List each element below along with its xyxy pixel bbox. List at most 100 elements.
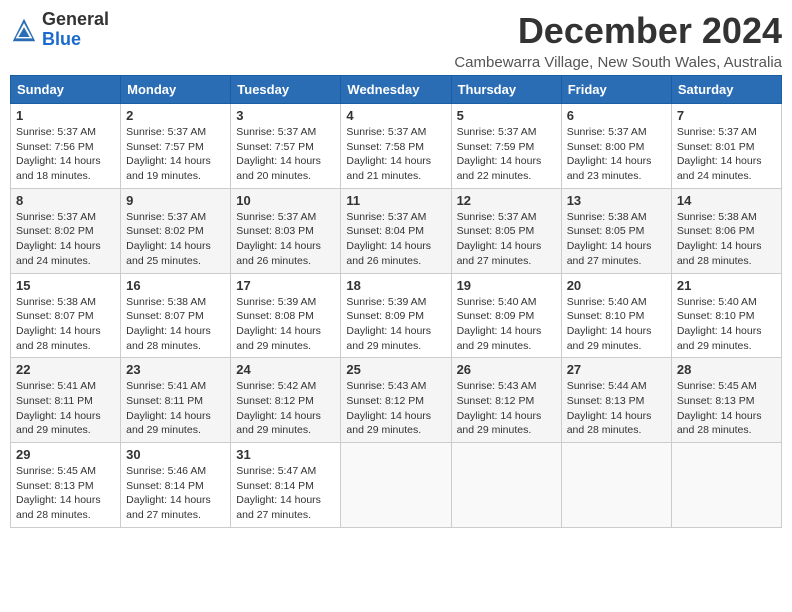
cell-line: Daylight: 14 hours xyxy=(677,239,776,254)
cell-line: Sunrise: 5:37 AM xyxy=(346,125,445,140)
col-header-monday: Monday xyxy=(121,76,231,104)
cell-line: Sunset: 8:14 PM xyxy=(236,479,335,494)
cell-line: Daylight: 14 hours xyxy=(457,239,556,254)
calendar-cell: 22 Sunrise: 5:41 AMSunset: 8:11 PMDayligh… xyxy=(11,358,121,443)
calendar-cell: 23Sunrise: 5:41 AMSunset: 8:11 PMDayligh… xyxy=(121,358,231,443)
cell-line: Sunset: 8:05 PM xyxy=(567,224,666,239)
cell-content: Sunrise: 5:37 AMSunset: 7:59 PMDaylight:… xyxy=(457,125,556,184)
cell-line: Sunrise: 5:39 AM xyxy=(236,295,335,310)
cell-line: Sunrise: 5:40 AM xyxy=(677,295,776,310)
cell-line: Daylight: 14 hours xyxy=(126,239,225,254)
calendar-cell: 18Sunrise: 5:39 AMSunset: 8:09 PMDayligh… xyxy=(341,273,451,358)
calendar-cell: 6Sunrise: 5:37 AMSunset: 8:00 PMDaylight… xyxy=(561,104,671,189)
col-header-saturday: Saturday xyxy=(671,76,781,104)
cell-line: Sunset: 8:04 PM xyxy=(346,224,445,239)
calendar-cell: 8Sunrise: 5:37 AMSunset: 8:02 PMDaylight… xyxy=(11,188,121,273)
cell-line: and 27 minutes. xyxy=(567,254,666,269)
cell-line: and 29 minutes. xyxy=(236,339,335,354)
cell-content: Sunrise: 5:37 AMSunset: 8:04 PMDaylight:… xyxy=(346,210,445,269)
calendar-week-row: 29 Sunrise: 5:45 AMSunset: 8:13 PMDayligh… xyxy=(11,443,782,528)
cell-line: and 29 minutes. xyxy=(236,423,335,438)
day-number: 4 xyxy=(346,108,445,123)
day-number: 5 xyxy=(457,108,556,123)
cell-line: Sunset: 8:11 PM xyxy=(16,394,115,409)
cell-line: Sunset: 8:05 PM xyxy=(457,224,556,239)
cell-line: Sunset: 8:00 PM xyxy=(567,140,666,155)
cell-line: Sunrise: 5:37 AM xyxy=(677,125,776,140)
calendar-cell: 31Sunrise: 5:47 AMSunset: 8:14 PMDayligh… xyxy=(231,443,341,528)
cell-line: Daylight: 14 hours xyxy=(236,154,335,169)
cell-line: and 28 minutes. xyxy=(126,339,225,354)
cell-line: and 19 minutes. xyxy=(126,169,225,184)
cell-content: Sunrise: 5:37 AMSunset: 8:01 PMDaylight:… xyxy=(677,125,776,184)
day-number: 29 xyxy=(16,447,115,462)
cell-line: Daylight: 14 hours xyxy=(677,409,776,424)
cell-content: Sunrise: 5:47 AMSunset: 8:14 PMDaylight:… xyxy=(236,464,335,523)
calendar-cell: 24Sunrise: 5:42 AMSunset: 8:12 PMDayligh… xyxy=(231,358,341,443)
cell-content: Sunrise: 5:37 AMSunset: 8:02 PMDaylight:… xyxy=(126,210,225,269)
calendar-cell: 27Sunrise: 5:44 AMSunset: 8:13 PMDayligh… xyxy=(561,358,671,443)
cell-content: Sunrise: 5:42 AMSunset: 8:12 PMDaylight:… xyxy=(236,379,335,438)
day-number: 10 xyxy=(236,193,335,208)
cell-line: Sunrise: 5:37 AM xyxy=(457,125,556,140)
cell-line: Sunset: 8:06 PM xyxy=(677,224,776,239)
location-subtitle: Cambewarra Village, New South Wales, Aus… xyxy=(454,54,782,71)
col-header-thursday: Thursday xyxy=(451,76,561,104)
cell-line: and 23 minutes. xyxy=(567,169,666,184)
cell-line: Sunrise: 5:47 AM xyxy=(236,464,335,479)
cell-content: Sunrise: 5:45 AMSunset: 8:13 PMDaylight:… xyxy=(16,464,115,523)
cell-line: and 21 minutes. xyxy=(346,169,445,184)
cell-line: and 29 minutes. xyxy=(16,423,115,438)
cell-content: Sunrise: 5:37 AMSunset: 7:58 PMDaylight:… xyxy=(346,125,445,184)
calendar-cell: 4 Sunrise: 5:37 AMSunset: 7:58 PMDaylight… xyxy=(341,104,451,189)
day-number: 21 xyxy=(677,278,776,293)
calendar-cell: 2Sunrise: 5:37 AMSunset: 7:57 PMDaylight… xyxy=(121,104,231,189)
day-number: 9 xyxy=(126,193,225,208)
cell-line: Daylight: 14 hours xyxy=(346,239,445,254)
cell-content: Sunrise: 5:41 AMSunset: 8:11 PMDaylight:… xyxy=(126,379,225,438)
day-number: 13 xyxy=(567,193,666,208)
day-number: 6 xyxy=(567,108,666,123)
cell-line: and 29 minutes. xyxy=(346,423,445,438)
cell-line: Daylight: 14 hours xyxy=(16,409,115,424)
calendar-cell xyxy=(561,443,671,528)
cell-line: Daylight: 14 hours xyxy=(16,324,115,339)
cell-content: Sunrise: 5:45 AMSunset: 8:13 PMDaylight:… xyxy=(677,379,776,438)
cell-line: Sunset: 8:12 PM xyxy=(236,394,335,409)
cell-line: Sunset: 8:02 PM xyxy=(126,224,225,239)
cell-line: Sunrise: 5:38 AM xyxy=(16,295,115,310)
cell-line: and 28 minutes. xyxy=(16,339,115,354)
day-number: 7 xyxy=(677,108,776,123)
cell-line: Daylight: 14 hours xyxy=(567,324,666,339)
cell-line: Daylight: 14 hours xyxy=(126,493,225,508)
cell-line: Sunrise: 5:42 AM xyxy=(236,379,335,394)
cell-line: Sunrise: 5:41 AM xyxy=(126,379,225,394)
cell-line: Sunset: 8:13 PM xyxy=(567,394,666,409)
calendar-cell xyxy=(451,443,561,528)
cell-line: Sunrise: 5:41 AM xyxy=(16,379,115,394)
calendar-cell: 15Sunrise: 5:38 AMSunset: 8:07 PMDayligh… xyxy=(11,273,121,358)
day-number: 2 xyxy=(126,108,225,123)
cell-line: Sunset: 8:10 PM xyxy=(567,309,666,324)
day-number: 28 xyxy=(677,362,776,377)
calendar-cell: 7 Sunrise: 5:37 AMSunset: 8:01 PMDaylight… xyxy=(671,104,781,189)
day-number: 30 xyxy=(126,447,225,462)
day-number: 22 xyxy=(16,362,115,377)
day-number: 1 xyxy=(16,108,115,123)
cell-line: Sunset: 7:58 PM xyxy=(346,140,445,155)
cell-content: Sunrise: 5:38 AMSunset: 8:07 PMDaylight:… xyxy=(16,295,115,354)
cell-line: Sunset: 8:07 PM xyxy=(16,309,115,324)
cell-content: Sunrise: 5:39 AMSunset: 8:09 PMDaylight:… xyxy=(346,295,445,354)
cell-content: Sunrise: 5:46 AMSunset: 8:14 PMDaylight:… xyxy=(126,464,225,523)
cell-content: Sunrise: 5:37 AMSunset: 8:05 PMDaylight:… xyxy=(457,210,556,269)
cell-line: Sunrise: 5:37 AM xyxy=(126,210,225,225)
cell-line: Daylight: 14 hours xyxy=(677,324,776,339)
day-number: 11 xyxy=(346,193,445,208)
cell-line: and 26 minutes. xyxy=(236,254,335,269)
cell-line: Daylight: 14 hours xyxy=(567,154,666,169)
cell-line: Sunset: 7:57 PM xyxy=(236,140,335,155)
cell-line: Sunrise: 5:37 AM xyxy=(346,210,445,225)
cell-line: Sunrise: 5:37 AM xyxy=(16,125,115,140)
day-number: 14 xyxy=(677,193,776,208)
calendar-table: SundayMondayTuesdayWednesdayThursdayFrid… xyxy=(10,75,782,528)
